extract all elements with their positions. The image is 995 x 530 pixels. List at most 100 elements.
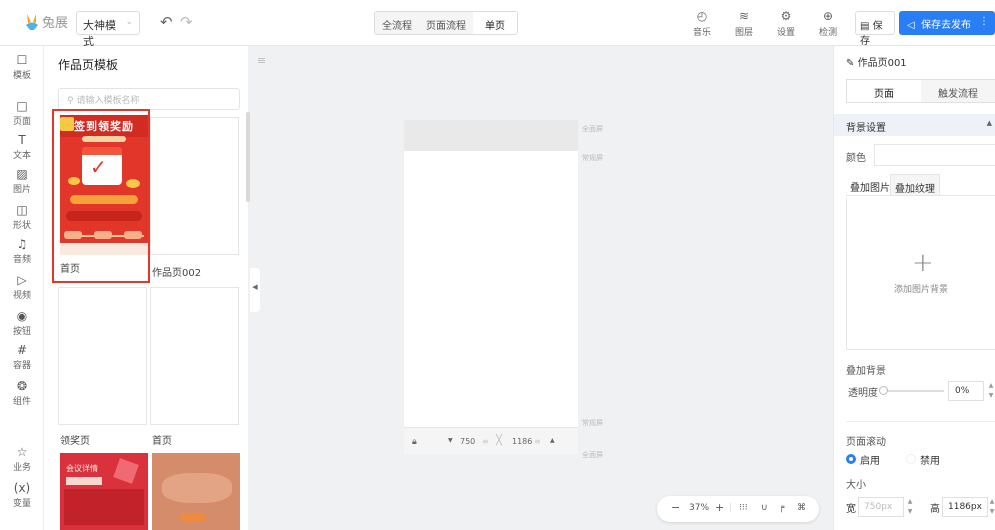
zoom-in-icon[interactable]: + — [715, 501, 724, 514]
stepper-icon[interactable]: ≡ — [482, 437, 489, 446]
sidebar-item-image[interactable]: ▨ 图片 — [0, 167, 44, 196]
layers-label: 图层 — [734, 28, 753, 38]
edit-icon: ✎ — [846, 58, 855, 69]
chevron-down-icon[interactable]: ▼ — [448, 437, 453, 444]
sidebar-item-text[interactable]: T 文本 — [0, 134, 44, 162]
tab-trigger-flow[interactable]: 触发流程 — [921, 80, 995, 102]
width-input[interactable]: 750px — [858, 497, 904, 517]
align-icon[interactable]: ╒ — [779, 503, 784, 513]
redo-icon[interactable]: ↷ — [180, 13, 193, 31]
sidebar-item-page[interactable]: □ 页面 — [0, 100, 44, 128]
full-screen-marker: 全面屏 — [582, 451, 603, 459]
scroll-enable-radio[interactable] — [846, 454, 856, 464]
page-title-row[interactable]: ✎ 作品页001 — [846, 54, 907, 69]
page-title: 作品页001 — [857, 58, 907, 69]
scroll-disable-radio[interactable] — [906, 454, 916, 464]
collapse-panel-handle[interactable]: ◀ — [250, 268, 260, 312]
flow-tabs: 全流程 页面流程 单页 — [374, 11, 518, 35]
sidebar-item-button[interactable]: ◉ 按钮 — [0, 309, 44, 338]
canvas-page[interactable] — [404, 151, 578, 427]
image-icon: ▨ — [16, 167, 28, 181]
sidebar-item-component[interactable]: ❂ 组件 — [0, 380, 44, 408]
sidebar-item-variable[interactable]: (x) 变量 — [0, 481, 44, 510]
tab-single-page[interactable]: 单页 — [473, 12, 517, 34]
color-label: 颜色 — [846, 153, 866, 164]
template-card-home-2[interactable] — [150, 287, 239, 425]
button-icon: ◉ — [16, 309, 28, 323]
tab-page[interactable]: 页面 — [847, 80, 921, 102]
menu-icon[interactable]: ≡ — [257, 54, 266, 67]
sidebar-item-label: 页面 — [12, 117, 31, 127]
container-icon: # — [16, 343, 28, 357]
music-icon: ◴ — [696, 9, 708, 23]
canvas-height[interactable]: 1186 — [512, 437, 532, 446]
more-icon[interactable]: ⋮ — [979, 16, 989, 27]
width-label: 宽 — [846, 504, 856, 515]
inspect-icon: ⊕ — [822, 9, 834, 23]
grid-icon[interactable]: ⁝⁝⁝ — [739, 503, 748, 513]
divider: | — [729, 503, 733, 513]
tab-overlay-image[interactable]: 叠加图片 — [846, 174, 894, 196]
tab-page-flow[interactable]: 页面流程 — [419, 12, 473, 34]
sidebar-item-container[interactable]: # 容器 — [0, 343, 44, 372]
business-icon: ☆ — [16, 445, 28, 459]
template-card-prize[interactable] — [58, 287, 147, 425]
sidebar-item-label: 文本 — [12, 151, 31, 161]
height-stepper[interactable]: ▲ ▼ — [988, 497, 995, 517]
thumb-button — [180, 513, 206, 521]
template-name: 首页 — [152, 436, 172, 447]
zoom-out-icon[interactable]: − — [671, 501, 680, 514]
opacity-slider-track[interactable] — [882, 390, 944, 392]
shortcut-icon[interactable]: ⌘ — [797, 503, 806, 513]
inspect-button[interactable]: ⊕ 检测 — [813, 9, 843, 38]
layers-icon: ≋ — [738, 9, 750, 23]
normal-screen-marker: 常规屏 — [582, 419, 603, 427]
sidebar-item-label: 音频 — [12, 255, 31, 265]
template-icon: ☐ — [16, 53, 28, 67]
tab-full-flow[interactable]: 全流程 — [375, 12, 419, 34]
plus-icon: + — [912, 248, 934, 278]
layers-button[interactable]: ≋ 图层 — [729, 9, 759, 38]
opacity-slider-handle[interactable] — [879, 386, 888, 395]
app-logo[interactable]: 兔展 — [24, 12, 68, 31]
add-background-image[interactable]: + 添加图片背景 — [846, 198, 995, 350]
overlay-tabs: 叠加图片 叠加纹理 — [846, 174, 995, 196]
logo-text: 兔展 — [42, 16, 69, 31]
settings-button[interactable]: ⚙ 设置 — [771, 9, 801, 38]
chevron-up-icon[interactable]: ▲ — [550, 437, 555, 444]
template-thumbnail-meeting[interactable]: 会议详情 — [60, 453, 148, 530]
sidebar-item-video[interactable]: ▷ 视频 — [0, 274, 44, 302]
sidebar-item-template[interactable]: ☐ 模板 — [0, 53, 44, 82]
selected-template-outline — [52, 109, 150, 283]
variable-icon: (x) — [13, 481, 31, 495]
color-picker-field[interactable] — [874, 144, 995, 166]
publish-button[interactable]: ◁ 保存去发布 ⋮ — [899, 11, 995, 35]
undo-icon[interactable]: ↶ — [160, 13, 173, 31]
opacity-input[interactable]: 0% — [948, 381, 984, 401]
stepper-icon[interactable]: ≡ — [534, 437, 541, 446]
width-stepper[interactable]: ▲ ▼ — [906, 497, 914, 517]
height-input[interactable]: 1186px — [942, 497, 988, 517]
save-button[interactable]: ▤ 保存 — [855, 11, 895, 47]
template-thumbnail-orange[interactable] — [152, 453, 240, 530]
opacity-stepper[interactable]: ▲ ▼ — [987, 381, 995, 401]
normal-screen-marker: 常规屏 — [582, 154, 603, 162]
canvas-width[interactable]: 750 — [460, 437, 475, 446]
music-label: 音乐 — [692, 28, 711, 38]
background-settings-header[interactable]: 背景设置 ▲ — [834, 114, 995, 136]
template-search-input[interactable]: ⚲ 请输入模板名称 — [58, 88, 240, 110]
scroll-disable-label: 禁用 — [920, 456, 940, 467]
search-icon: ⚲ — [67, 96, 74, 106]
tab-overlay-texture[interactable]: 叠加纹理 — [890, 174, 940, 196]
sidebar-item-business[interactable]: ☆ 业务 — [0, 445, 44, 474]
sidebar-item-label: 模板 — [12, 71, 31, 81]
music-button[interactable]: ◴ 音乐 — [687, 9, 717, 38]
template-card-002[interactable] — [150, 117, 239, 255]
magnet-icon[interactable]: ∪ — [761, 503, 768, 513]
sidebar-item-label: 容器 — [12, 361, 31, 371]
sidebar-item-shape[interactable]: ◫ 形状 — [0, 204, 44, 232]
template-scrollbar[interactable] — [246, 112, 250, 202]
sidebar-item-audio[interactable]: ♫ 音频 — [0, 238, 44, 266]
mode-select[interactable]: 大神模式 ⌄ — [76, 11, 140, 48]
lock-icon[interactable]: 🔒︎ — [412, 437, 417, 447]
